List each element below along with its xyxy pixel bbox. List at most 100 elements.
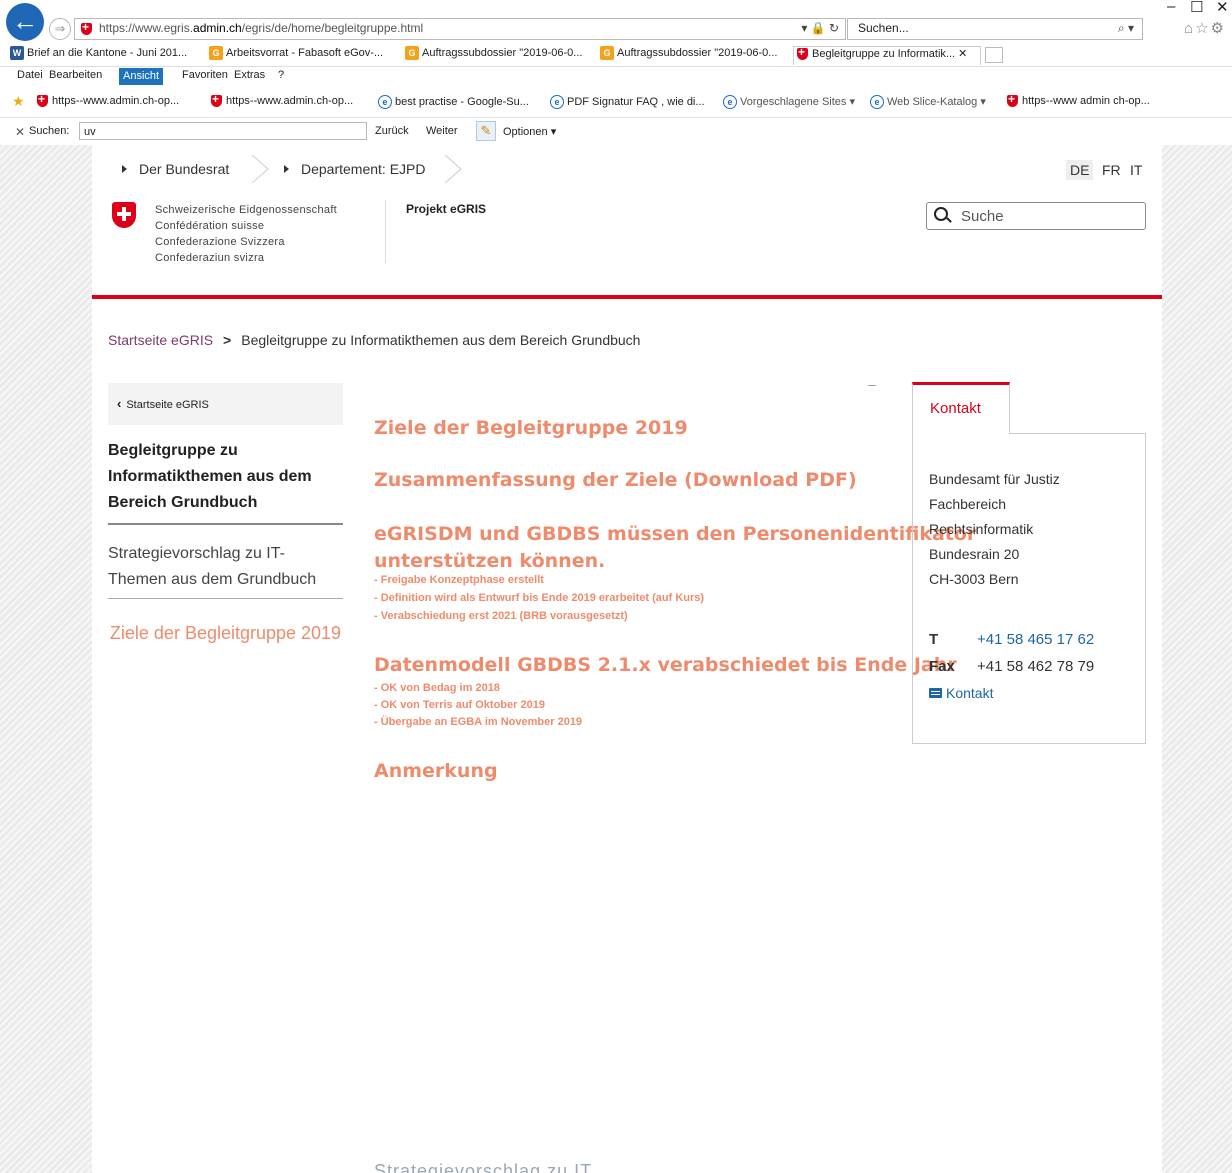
- nav-divider: [108, 523, 343, 525]
- tab-bar: W Brief an die Kantone - Juni 201... G Arb…: [0, 44, 1232, 67]
- breadcrumb: Startseite eGRIS > Begleitgruppe zu Inform…: [108, 332, 640, 348]
- back-button[interactable]: ←: [6, 3, 44, 41]
- site-shield-icon: [211, 92, 222, 108]
- list-item: - Übergabe an EGBA im November 2019: [374, 716, 583, 728]
- page-viewport: Der Bundesrat Departement: EJPD DE FR IT…: [0, 145, 1232, 1173]
- maximize-icon[interactable]: ☐: [1190, 0, 1203, 16]
- swiss-cross-logo[interactable]: [112, 202, 136, 228]
- header-divider: [385, 200, 386, 263]
- search-icon[interactable]: ⌕ ▾: [1118, 21, 1134, 36]
- search-icon: [934, 207, 948, 221]
- chevron-right-icon: [251, 155, 269, 183]
- contact-link[interactable]: Kontakt: [929, 685, 993, 701]
- tel-link[interactable]: +41 58 465 17 62: [977, 631, 1094, 648]
- tab-auftrag-2[interactable]: G Auftragssubdossier "2019-06-0...: [600, 46, 790, 64]
- favorite-item[interactable]: e best practise - Google-Su...: [378, 95, 529, 109]
- menu-bearbeiten[interactable]: Bearbeiten: [49, 69, 102, 81]
- address-bar[interactable]: https://www.egris.admin.ch/egris/de/home…: [74, 18, 846, 40]
- crumb-departement[interactable]: Departement: EJPD: [284, 155, 426, 183]
- close-find-icon[interactable]: ✕: [15, 125, 25, 139]
- fabasoft-icon: G: [405, 46, 419, 60]
- ie-icon: e: [378, 95, 392, 109]
- find-bar: ✕ Suchen: uv Zurück Weiter ✎ Optionen ▾: [0, 117, 1232, 146]
- lock-refresh-icon[interactable]: ▾ 🔒 ↻: [801, 21, 839, 35]
- browser-chrome: ← ⇒ https://www.egris.admin.ch/egris/de/…: [0, 0, 1232, 146]
- breadcrumb-separator: >: [223, 332, 232, 348]
- site-search-input[interactable]: Suche: [926, 202, 1146, 230]
- site-shield-icon: [797, 47, 808, 61]
- contact-tab[interactable]: Kontakt: [912, 382, 1010, 434]
- fabasoft-icon: G: [209, 46, 223, 60]
- header-red-line: [92, 295, 1162, 299]
- chevron-left-icon: ‹: [117, 396, 122, 411]
- favorite-item[interactable]: https--www.admin.ch-op...: [211, 92, 353, 108]
- favorite-item[interactable]: https--www.admin.ch-op...: [37, 92, 179, 108]
- find-back-button[interactable]: Zurück: [375, 125, 409, 137]
- menu-bar: Datei Bearbeiten Ansicht Favoriten Extra…: [0, 67, 1232, 87]
- list-item: - Freigabe Konzeptphase erstellt: [374, 574, 544, 586]
- heading-datenmodell: Datenmodell GBDBS 2.1.x verabschiedet bi…: [374, 654, 957, 676]
- address-row: ← ⇒ https://www.egris.admin.ch/egris/de/…: [0, 0, 1232, 44]
- minimize-icon[interactable]: –: [1167, 0, 1175, 15]
- menu-favoriten[interactable]: Favoriten: [182, 69, 228, 81]
- site-shield-icon: [37, 92, 48, 108]
- menu-extras[interactable]: Extras: [234, 69, 265, 81]
- forward-button[interactable]: ⇒: [49, 18, 71, 40]
- nav-item-active[interactable]: Begleitgruppe zu Informatikthemen aus de…: [108, 438, 343, 516]
- page-content: Der Bundesrat Departement: EJPD DE FR IT…: [92, 145, 1162, 1173]
- list-item: - OK von Bedag im 2018: [374, 682, 500, 694]
- chevron-right-icon: [444, 155, 462, 183]
- lang-fr[interactable]: FR: [1102, 162, 1121, 178]
- address-url: https://www.egris.admin.ch/egris/de/home…: [99, 21, 424, 35]
- list-item: - Definition wird als Entwurf bis Ende 2…: [374, 592, 705, 604]
- contact-card-icon: [929, 688, 942, 698]
- favorite-item[interactable]: e Vorgeschlagene Sites ▾: [723, 95, 855, 110]
- heading-anmerkung: Anmerkung: [374, 760, 498, 782]
- contact-fax: Fax +41 58 462 78 79: [929, 658, 1095, 675]
- highlight-pencil-icon[interactable]: ✎: [476, 121, 496, 141]
- find-forward-button[interactable]: Weiter: [426, 125, 458, 137]
- new-tab-button[interactable]: [985, 47, 1003, 63]
- find-options-button[interactable]: Optionen ▾: [503, 125, 556, 138]
- site-search-placeholder: Suche: [961, 208, 1004, 225]
- ie-icon: e: [550, 95, 564, 109]
- favorites-star-icon[interactable]: ★: [12, 94, 26, 108]
- menu-help[interactable]: ?: [278, 69, 284, 81]
- word-icon: W: [10, 46, 24, 60]
- find-input[interactable]: uv: [79, 122, 367, 140]
- find-label: Suchen:: [29, 125, 70, 137]
- crumb-bundesrat[interactable]: Der Bundesrat: [122, 155, 229, 183]
- ie-icon: e: [723, 95, 737, 110]
- confederation-name[interactable]: Schweizerische Eidgenossenschaft Confédé…: [155, 202, 337, 266]
- project-title: Projekt eGRIS: [406, 202, 487, 216]
- list-item: - OK von Terris auf Oktober 2019: [374, 699, 545, 711]
- contact-address: Bundesamt für Justiz Fachbereich Rechtsi…: [929, 471, 1060, 587]
- site-shield-icon: [1007, 92, 1018, 108]
- favorite-item[interactable]: e PDF Signatur FAQ , wie di...: [550, 95, 705, 109]
- breadcrumb-current: Begleitgruppe zu Informatikthemen aus de…: [241, 332, 641, 348]
- list-item: - Verabschiedung erst 2021 (BRB vorausge…: [374, 610, 628, 622]
- menu-ansicht[interactable]: Ansicht: [119, 68, 164, 85]
- close-icon[interactable]: ✕: [1216, 0, 1229, 16]
- tab-auftrag-1[interactable]: G Auftragssubdossier "2019-06-0...: [405, 46, 595, 64]
- nav-subitem-ziele[interactable]: Ziele der Begleitgruppe 2019: [108, 621, 343, 645]
- menu-datei[interactable]: Datei: [17, 69, 43, 81]
- favorites-bar: ★ https--www.admin.ch-op... https--www.a…: [0, 90, 1232, 114]
- contact-tel: T +41 58 465 17 62: [929, 631, 1095, 648]
- lang-de[interactable]: DE: [1066, 160, 1094, 180]
- tab-arbeitsvorrat[interactable]: G Arbeitsvorrat - Fabasoft eGov-...: [209, 46, 399, 64]
- favorite-item[interactable]: e Web Slice-Katalog ▾: [870, 95, 986, 110]
- nav-item-strategievorschlag[interactable]: Strategievorschlag zu IT-Themen aus dem …: [108, 541, 343, 593]
- heading-personenidentifikator: eGRISDM und GBDBS müssen den Personenide…: [374, 523, 977, 572]
- lang-it[interactable]: IT: [1130, 162, 1142, 178]
- heading-zusammenfassung-link[interactable]: Zusammenfassung der Ziele (Download PDF): [374, 468, 857, 492]
- fabasoft-icon: G: [600, 46, 614, 60]
- tab-begleitgruppe[interactable]: Begleitgruppe zu Informatik... ✕: [793, 46, 981, 65]
- browser-search-box[interactable]: Suchen... ⌕ ▾: [847, 18, 1143, 40]
- breadcrumb-home-link[interactable]: Startseite eGRIS: [108, 332, 213, 348]
- home-favorites-icon[interactable]: ⌂☆⚙: [1184, 19, 1226, 37]
- tab-brief[interactable]: W Brief an die Kantone - Juni 201...: [10, 46, 200, 64]
- favorite-item[interactable]: https--www admin ch-op...: [1007, 92, 1150, 108]
- nav-back-link[interactable]: ‹ Startseite eGRIS: [108, 383, 343, 425]
- browser-search-placeholder: Suchen...: [858, 21, 909, 35]
